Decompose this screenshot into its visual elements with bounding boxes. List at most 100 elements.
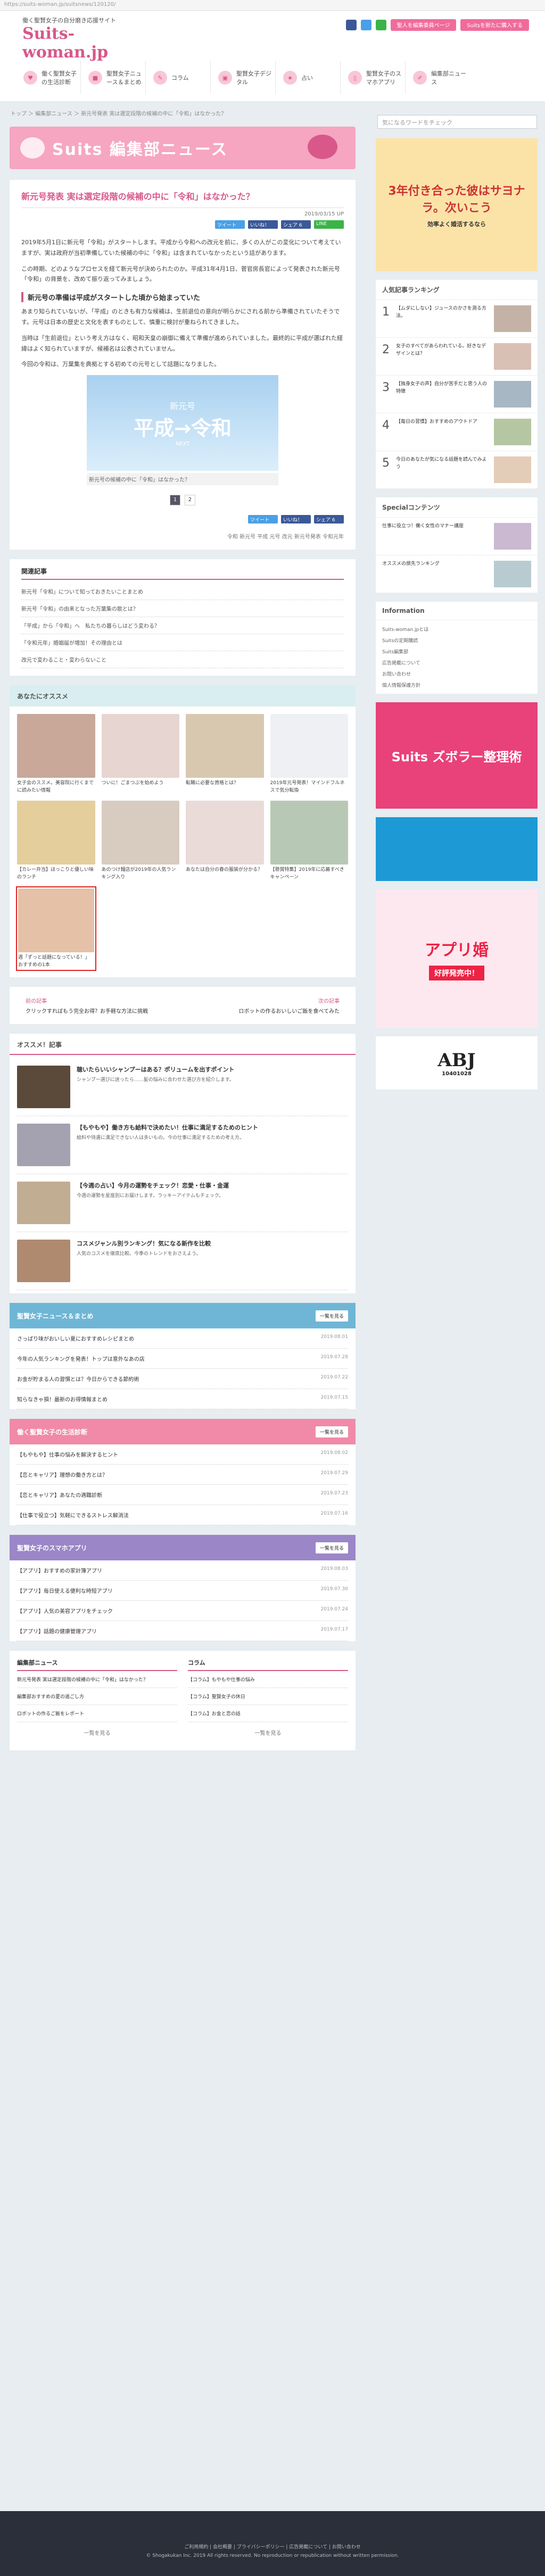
info-link[interactable]: お問い合わせ (376, 668, 538, 679)
list-item[interactable]: 今年の人気ランキングを発表！トップは意外なあの店 2019.07.28 (17, 1349, 348, 1369)
info-link[interactable]: Suitsの定期購読 (376, 635, 538, 646)
share-button[interactable]: シェア 6 (281, 220, 311, 229)
info-link[interactable]: 広告掲載について (376, 657, 538, 668)
register-button[interactable]: Suitsを新たに購入する (460, 19, 529, 31)
ranking-item[interactable]: 2 女子のすべてがあらわれている。好きなデザインとは？ (376, 338, 538, 376)
osusume-section: オススメ！記事 聴いたらいいシャンプーはある？ポリュームを出すポイント シャンプー… (10, 1034, 356, 1294)
nav-item-column[interactable]: ✎ コラム (146, 62, 211, 94)
list-item[interactable]: 【アプリ】おすすめの家計簿アプリ 2019.08.03 (17, 1560, 348, 1581)
more-link[interactable]: 一覧を見る (17, 1722, 177, 1743)
list-item[interactable]: 【アプリ】毎日使える便利な時短アプリ 2019.07.30 (17, 1581, 348, 1601)
twitter-icon[interactable] (360, 20, 371, 30)
list-item[interactable]: 【コラム】もやもや仕事の悩み (188, 1671, 348, 1689)
like-button[interactable]: いいね！ 22 (248, 220, 278, 234)
diagnosis-more-button[interactable]: 一覧を見る (315, 1426, 348, 1437)
breadcrumb[interactable]: トップ ＞ 編集部ニュース ＞ 新元号発表 実は選定段階の候補の中に「令和」はな… (11, 109, 226, 117)
heart-icon: ♥ (23, 71, 37, 85)
recommend-item[interactable]: 【カレー弁当】ほっこりと優しい味のランチ (17, 801, 95, 881)
next-article-link[interactable]: 次の記事 ロボットの作るおいしいご飯を食べてみた (238, 996, 340, 1015)
site-header: 働く聖賢女子の自分磨き応援サイト Suits-woman.jp 聖人を編集委員ペ… (0, 11, 545, 101)
ad-banner-marriage[interactable]: 3年付き合った彼はサヨナラ。次いこう 効率よく婚活するなら (376, 138, 538, 271)
ranking-item[interactable]: 3 【独身女子の声】自分が苦手だと思う人の特徴 (376, 376, 538, 413)
more-link[interactable]: 一覧を見る (188, 1722, 348, 1743)
recommend-item[interactable]: 転職に必要な資格とは？ (186, 714, 264, 794)
special-item[interactable]: 仕事に役立つ！働く女性のマナー講座 (376, 518, 538, 555)
ad-banner-suits[interactable]: Suits ズボラー整理術 (376, 702, 538, 809)
ranking-item[interactable]: 5 今日のあなたが気になる話題を読んでみよう (376, 451, 538, 489)
nav-item-news[interactable]: ■ 聖賢女子ニュース＆まとめ (81, 62, 146, 94)
prev-article-link[interactable]: 前の記事 クリックすればもう完全お得？お手軽な方法に挑戦 (26, 996, 148, 1015)
recommend-item[interactable]: 【懸賞特集】2019年に応募すべきキャンペーン (270, 801, 348, 881)
url-bar: https://suits-woman.jp/suitsnews/120120/ (0, 0, 545, 11)
special-item[interactable]: オススメの旅先ランキング (376, 555, 538, 593)
ad-banner-app[interactable]: アプリ婚 好評発売中！ (376, 890, 538, 1028)
list-item[interactable]: ロボットの作るご飯をレポート (17, 1705, 177, 1723)
recommend-item-highlighted[interactable]: 週「ずっと話題になっている！」おすすめの1本 (16, 886, 96, 971)
article-title: 新元号発表 実は選定段階の候補の中に「令和」はなかった？ (21, 189, 344, 208)
ranking-item[interactable]: 4 【毎日の習慣】おすすめのアウトドア (376, 413, 538, 451)
list-item[interactable]: 【恋とキャリア】あなたの適職診断 2019.07.23 (17, 1485, 348, 1506)
facebook-icon[interactable] (345, 20, 357, 30)
list-item[interactable]: 【アプリ】人気の美容アプリをチェック 2019.07.24 (17, 1601, 348, 1622)
list-item[interactable]: さっぱり味がおいしい夏におすすめレシピまとめ 2019.08.01 (17, 1328, 348, 1349)
nav-item-apps[interactable]: ▯ 聖賢女子のスマホアプリ (341, 62, 406, 94)
list-item[interactable]: 編集部おすすめの夏の過ごし方 (17, 1688, 177, 1706)
tweet-button[interactable]: ツイート (215, 220, 245, 229)
news-more-button[interactable]: 一覧を見る (315, 1310, 348, 1322)
page-1[interactable]: 1 (170, 495, 181, 506)
list-item[interactable]: 新元号「令和」の由来となった万葉集の歌とは？ (21, 600, 344, 618)
diagnosis-box: 働く聖賢女子の生活診断 一覧を見る 【もやもや】仕事の悩みを解決するヒント 2019… (10, 1419, 356, 1526)
image-caption: 新元号の候補の中に「令和」はなかった？ (87, 473, 278, 486)
site-logo[interactable]: 働く聖賢女子の自分磨き応援サイト Suits-woman.jp (22, 16, 155, 62)
speech-bubble-icon (308, 135, 337, 159)
info-link[interactable]: 個人情報保護方針 (376, 679, 538, 691)
article-tags[interactable]: 令和 新元号 平成 元号 改元 新元号発表 令和元年 (21, 532, 344, 540)
list-item[interactable]: 【恋とキャリア】理想の働き方とは？ 2019.07.29 (17, 1465, 348, 1485)
share-button[interactable]: シェア 6 (314, 515, 344, 524)
list-item[interactable]: 【コラム】聖賢女子の休日 (188, 1688, 348, 1706)
recommend-item[interactable]: 女子会のススメ。美容院に行くまでに読みたい情報 (17, 714, 95, 794)
site-footer: ご利用規約 | 会社概要 | プライバシーポリシー | 広告掲載について | お… (0, 2511, 545, 2576)
line-icon[interactable] (375, 20, 386, 30)
page-2[interactable]: 2 (184, 495, 195, 506)
list-item[interactable]: 新元号発表 実は選定段階の候補の中に「令和」はなかった？ (17, 1671, 177, 1689)
nav-item-diagnosis[interactable]: ♥ 働く聖賢女子の生活診断 (16, 62, 81, 94)
recommend-item[interactable]: あなたは自分の春の服装が分かる？ (186, 801, 264, 881)
list-item[interactable]: 新元号「令和」について知っておきたいことまとめ (21, 583, 344, 601)
bottom-left-title: 編集部ニュース (17, 1658, 177, 1672)
line-button[interactable]: LINE (314, 220, 344, 229)
list-item[interactable]: 【アプリ】話題の健康管理アプリ 2019.07.17 (17, 1621, 348, 1642)
list-item[interactable]: コスメジャンル別ランキング！気になる新作を比較 人気のコスメを徹底比較。今季のトレ… (17, 1232, 348, 1291)
footer-links[interactable]: ご利用規約 | 会社概要 | プライバシーポリシー | 広告掲載について | お… (0, 2543, 545, 2552)
list-item[interactable]: お金が貯まる人の習慣とは？今日からできる節約術 2019.07.22 (17, 1369, 348, 1390)
like-button[interactable]: いいね！ 22 (281, 515, 311, 528)
list-item[interactable]: 知らなきゃ損！最新のお得情報まとめ 2019.07.15 (17, 1389, 348, 1410)
ranking-item[interactable]: 1 【ムダにしない】ジュースのかさを測る方法。 (376, 300, 538, 338)
tweet-button[interactable]: ツイート (248, 515, 278, 524)
recommend-item[interactable]: 2019年元号発表！マインドフルネスで気分転換 (270, 714, 348, 794)
info-link[interactable]: Suits編集部 (376, 646, 538, 657)
list-item[interactable]: 【もやもや】仕事の悩みを解決するヒント 2019.08.02 (17, 1444, 348, 1465)
nav-item-fortune[interactable]: ★ 占い (276, 62, 341, 94)
search-input[interactable]: 気になるワードをチェック (377, 115, 537, 129)
list-item[interactable]: 聴いたらいいシャンプーはある？ポリュームを出すポイント シャンプー選びに迷ったら…… (17, 1058, 348, 1117)
list-item[interactable]: 「平成」から「令和」へ 私たちの暮らしはどう変わる？ (21, 617, 344, 635)
editor-button[interactable]: 聖人を編集委員ページ (390, 19, 457, 31)
recommend-section: あなたにオススメ 女子会のススメ。美容院に行くまでに読みたい情報 ついに！ごまつ… (10, 685, 356, 978)
list-item[interactable]: 【コラム】お金と恋の話 (188, 1705, 348, 1723)
osusume-title: オススメ！記事 (10, 1034, 356, 1056)
list-item[interactable]: 【もやもや】働き方も給料で決めたい！仕事に満足するためのヒント 給料や待遇に満足で… (17, 1116, 348, 1175)
info-link[interactable]: Suits-woman.jpとは (376, 624, 538, 635)
recommend-item[interactable]: あのつけ麺店が2019年の人気ランキング入り (101, 801, 179, 881)
list-item[interactable]: 改元で変わること・変わらないこと (21, 651, 344, 669)
nav-item-digital[interactable]: ▣ 聖賢女子デジタル (211, 62, 276, 94)
recommend-item[interactable]: ついに！ごまつぶを始めよう (101, 714, 179, 794)
nav-item-editorial[interactable]: ✐ 編集部ニュース (406, 62, 470, 94)
ad-banner-panasonic[interactable] (376, 817, 538, 881)
list-item[interactable]: 「令和元年」婚姻届が増加！その理由とは (21, 634, 344, 652)
ranking-box: 人気記事ランキング 1 【ムダにしない】ジュースのかさを測る方法。 2 女子のすべて… (376, 280, 538, 489)
article-date: 2019/03/15 UP (304, 211, 344, 217)
apps-more-button[interactable]: 一覧を見る (315, 1542, 348, 1553)
list-item[interactable]: 【今週の占い】今月の運勢をチェック！恋愛・仕事・金運 今週の運勢を星座別にお届けし… (17, 1174, 348, 1233)
list-item[interactable]: 【仕事で役立つ】気軽にできるストレス解消法 2019.07.16 (17, 1505, 348, 1526)
